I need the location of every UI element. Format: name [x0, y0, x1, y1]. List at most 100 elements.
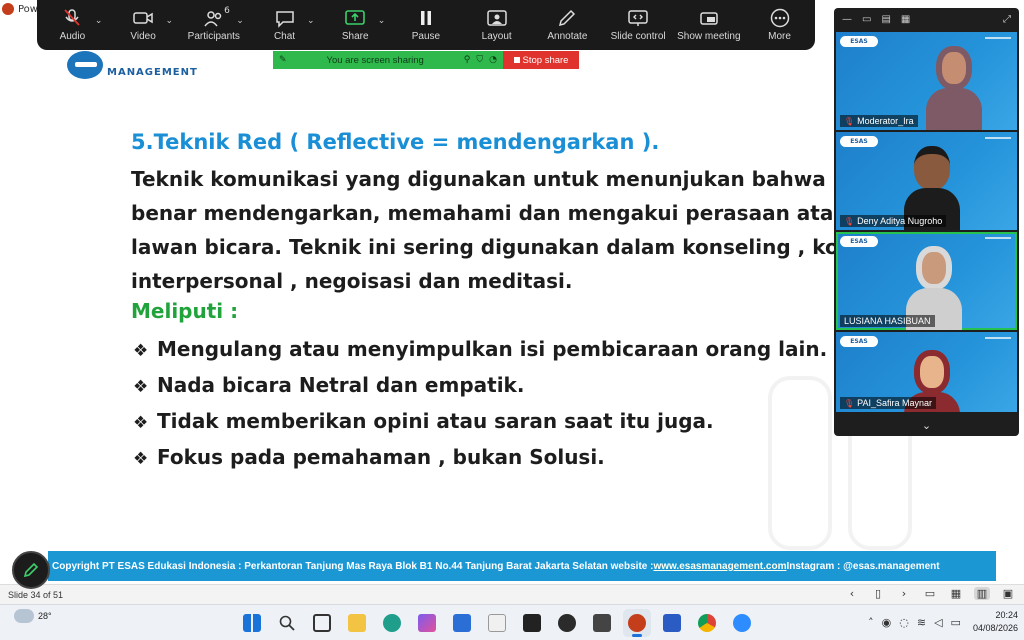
app-icon — [593, 614, 611, 632]
gallery-header: — ▭ ▤ ▦ ⤢ — [834, 8, 1019, 30]
participant-name: PAI_Safira Maynar — [857, 398, 933, 408]
body-line: benar mendengarkan, memahami dan mengaku… — [131, 201, 836, 225]
task-view-button[interactable] — [308, 609, 336, 637]
store-icon — [453, 614, 471, 632]
file-explorer-button[interactable] — [343, 609, 371, 637]
chevron-down-icon[interactable]: ⌄ — [166, 16, 174, 26]
mic-muted-icon — [64, 9, 81, 26]
bullet-item: ❖ Nada bicara Netral dan empatik. — [133, 368, 827, 404]
powerpoint-button[interactable] — [623, 609, 651, 637]
esas-logo-mark — [67, 51, 103, 79]
chevron-down-icon[interactable]: ⌄ — [307, 16, 315, 26]
diamond-bullet-icon: ❖ — [133, 377, 149, 397]
edge-button[interactable] — [378, 609, 406, 637]
volume-icon[interactable]: ◁ — [934, 616, 942, 629]
toolbar-label: Pause — [411, 31, 441, 42]
bullet-text: Mengulang atau menyimpulkan isi pembicar… — [157, 337, 828, 361]
audio-button[interactable]: ⌄ Audio — [38, 2, 106, 48]
participant-name-tag: 🎙 Moderator_Ira — [840, 115, 918, 127]
weather-widget[interactable]: 28° — [14, 609, 52, 623]
dropbox-button[interactable] — [518, 609, 546, 637]
zoom-icon — [733, 614, 751, 632]
notes-icon[interactable]: ▯ — [870, 587, 886, 600]
media-player-button[interactable] — [553, 609, 581, 637]
esas-tile-logo: ESAS — [840, 136, 878, 147]
pen-tool-button[interactable] — [12, 551, 50, 589]
slide-control-button[interactable]: Slide control — [604, 2, 672, 48]
battery-icon[interactable]: ▭ — [951, 616, 961, 629]
chevron-left-icon[interactable]: ‹ — [844, 587, 860, 600]
grid-view-icon[interactable]: ▦ — [901, 14, 910, 25]
partner-logo — [985, 137, 1011, 145]
participant-name: Moderator_Ira — [857, 116, 914, 126]
slideshow-icon[interactable]: ▣ — [1000, 587, 1016, 600]
show-meeting-button[interactable]: Show meeting — [675, 2, 743, 48]
gallery-scroll-down[interactable]: ⌄ — [834, 414, 1019, 436]
security-icon[interactable]: ◉ — [882, 616, 892, 629]
copilot-button[interactable] — [413, 609, 441, 637]
bullet-item: ❖ Fokus pada pemahaman , bukan Solusi. — [133, 440, 827, 476]
video-camera-icon — [133, 12, 153, 24]
word-icon — [663, 614, 681, 632]
stop-share-button[interactable]: Stop share — [503, 51, 579, 69]
chrome-icon — [698, 614, 716, 632]
taskbar-apps — [238, 609, 756, 637]
participant-tile[interactable]: ESAS 🎙 Moderator_Ira — [836, 32, 1017, 130]
person-head — [936, 46, 972, 90]
chevron-down-icon[interactable]: ⌄ — [236, 16, 244, 26]
reading-view-icon[interactable]: ▥ — [974, 587, 990, 600]
app-button[interactable] — [588, 609, 616, 637]
slide-body: Teknik komunikasi yang digunakan untuk m… — [131, 162, 836, 298]
expand-icon[interactable]: ⤢ — [1003, 14, 1011, 25]
show-meeting-icon — [700, 12, 718, 25]
participant-tile[interactable]: ESAS 🎙 PAI_Safira Maynar — [836, 332, 1017, 412]
amazon-button[interactable] — [483, 609, 511, 637]
word-button[interactable] — [658, 609, 686, 637]
footer-website-link[interactable]: www.esasmanagement.com — [653, 561, 786, 572]
share-button[interactable]: ⌄ Share — [321, 2, 389, 48]
diamond-bullet-icon: ❖ — [133, 413, 149, 433]
chevron-down-icon[interactable]: ⌄ — [378, 16, 386, 26]
esas-tile-logo: ESAS — [840, 336, 878, 347]
toolbar-label: Share — [341, 31, 369, 42]
signal-icon: ◔ — [489, 55, 497, 65]
layout-icon — [486, 10, 507, 26]
bullet-text: Fokus pada pemahaman , bukan Solusi. — [157, 445, 605, 469]
participants-icon — [204, 11, 222, 27]
partner-logo — [985, 337, 1011, 345]
powerpoint-icon — [628, 614, 646, 632]
participant-tile[interactable]: ESAS 🎙 Deny Aditya Nugroho — [836, 132, 1017, 230]
slide-sorter-icon[interactable]: ▦ — [948, 587, 964, 600]
folder-icon — [348, 614, 366, 632]
participant-tile-active-speaker[interactable]: ESAS LUSIANA HASIBUAN — [836, 232, 1017, 330]
body-line: Teknik komunikasi yang digunakan untuk m… — [131, 167, 836, 191]
minimize-icon[interactable]: — — [842, 14, 852, 25]
start-button[interactable] — [238, 609, 266, 637]
chevron-down-icon[interactable]: ⌄ — [95, 16, 103, 26]
strip-view-icon[interactable]: ▤ — [881, 14, 890, 25]
pause-button[interactable]: Pause — [392, 2, 460, 48]
chat-button[interactable]: ⌄ Chat — [251, 2, 319, 48]
chevron-up-icon[interactable]: ˄ — [868, 616, 874, 629]
zoom-button[interactable] — [728, 609, 756, 637]
wifi-icon[interactable]: ≋ — [917, 616, 926, 629]
annotate-button[interactable]: Annotate — [533, 2, 601, 48]
store-button[interactable] — [448, 609, 476, 637]
toolbar-label: More — [768, 31, 791, 42]
more-button[interactable]: More — [746, 2, 814, 48]
chat-icon — [275, 11, 294, 28]
participant-name-tag: LUSIANA HASIBUAN — [840, 315, 935, 327]
esas-logo: MANAGEMENT — [67, 51, 198, 79]
speaker-view-icon[interactable]: ▭ — [862, 14, 871, 25]
mic-muted-icon: 🎙 — [844, 398, 855, 408]
video-button[interactable]: ⌄ Video — [109, 2, 177, 48]
network-icon[interactable]: ◌ — [899, 616, 909, 629]
normal-view-icon[interactable]: ▭ — [922, 587, 938, 600]
chevron-right-icon[interactable]: › — [896, 587, 912, 600]
zoom-toolbar: ⌄ Audio ⌄ Video 6 ⌄ Participants ⌄ Chat … — [37, 0, 815, 50]
search-button[interactable] — [273, 609, 301, 637]
clock[interactable]: 20:24 04/08/2026 — [973, 609, 1018, 635]
chrome-button[interactable] — [693, 609, 721, 637]
layout-button[interactable]: Layout — [463, 2, 531, 48]
participants-button[interactable]: 6 ⌄ Participants — [180, 2, 248, 48]
